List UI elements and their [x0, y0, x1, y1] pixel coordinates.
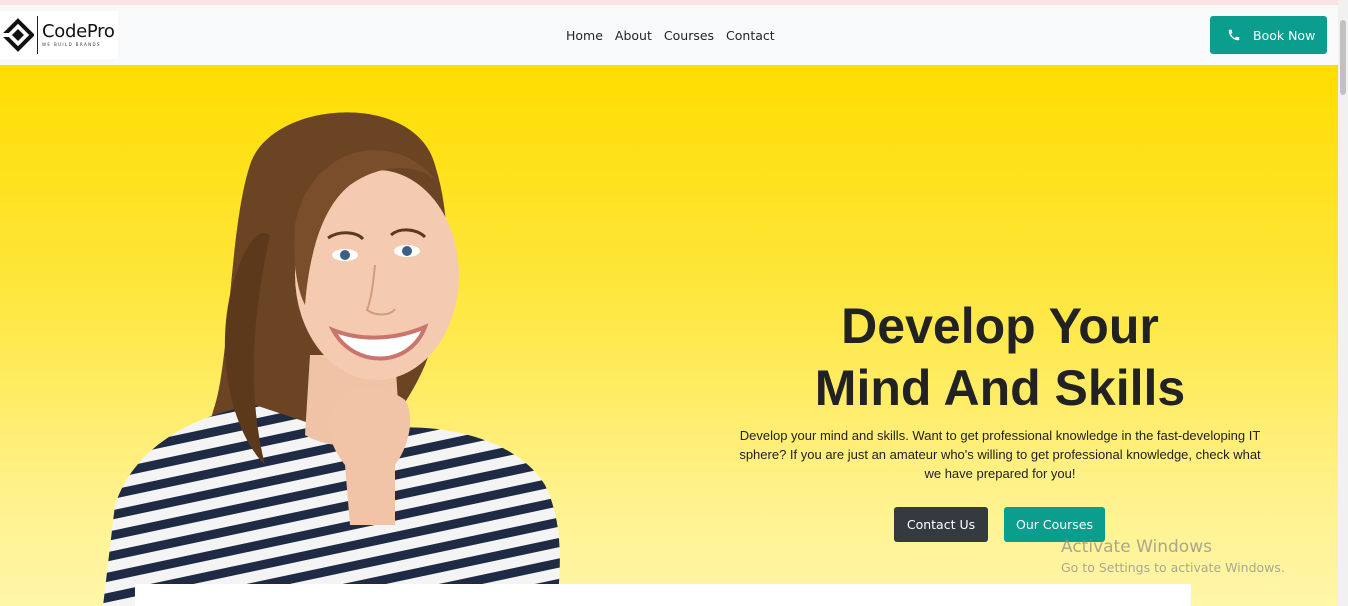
hero-woman-image — [103, 112, 560, 606]
brand-logo[interactable]: CodePro WE BUILD BRANDS — [0, 11, 118, 59]
feature-card-top — [135, 584, 1191, 606]
scrollbar-thumb[interactable] — [1340, 20, 1346, 95]
hero-title-line-2: Mind And Skills — [814, 360, 1186, 416]
windows-activation-watermark: Activate Windows Go to Settings to activ… — [1061, 536, 1285, 578]
main-nav: Home About Courses Contact — [566, 5, 775, 65]
brand-tagline: WE BUILD BRANDS — [42, 42, 101, 47]
codepro-logo-icon — [2, 18, 34, 52]
nav-link-about[interactable]: About — [615, 28, 652, 43]
contact-us-button[interactable]: Contact Us — [894, 507, 988, 542]
page-scrollbar[interactable] — [1338, 0, 1348, 606]
nav-link-contact[interactable]: Contact — [726, 28, 775, 43]
phone-icon — [1228, 29, 1240, 41]
book-now-label: Book Now — [1253, 27, 1316, 43]
hero-title: Develop Your Mind And Skills — [750, 295, 1250, 419]
hero-title-line-1: Develop Your — [841, 298, 1159, 354]
watermark-title: Activate Windows — [1061, 537, 1212, 557]
watermark-subtitle: Go to Settings to activate Windows. — [1061, 560, 1285, 575]
navbar: CodePro WE BUILD BRANDS Home About Cours… — [0, 5, 1338, 65]
logo-divider — [37, 16, 38, 54]
book-now-button[interactable]: Book Now — [1210, 16, 1327, 54]
nav-link-home[interactable]: Home — [566, 28, 603, 43]
brand-name: CodePro — [42, 21, 115, 42]
logo-text: CodePro WE BUILD BRANDS — [42, 22, 115, 48]
hero-section: Develop Your Mind And Skills Develop you… — [0, 65, 1338, 606]
hero-description: Develop your mind and skills. Want to ge… — [739, 428, 1261, 481]
nav-link-courses[interactable]: Courses — [664, 28, 714, 43]
